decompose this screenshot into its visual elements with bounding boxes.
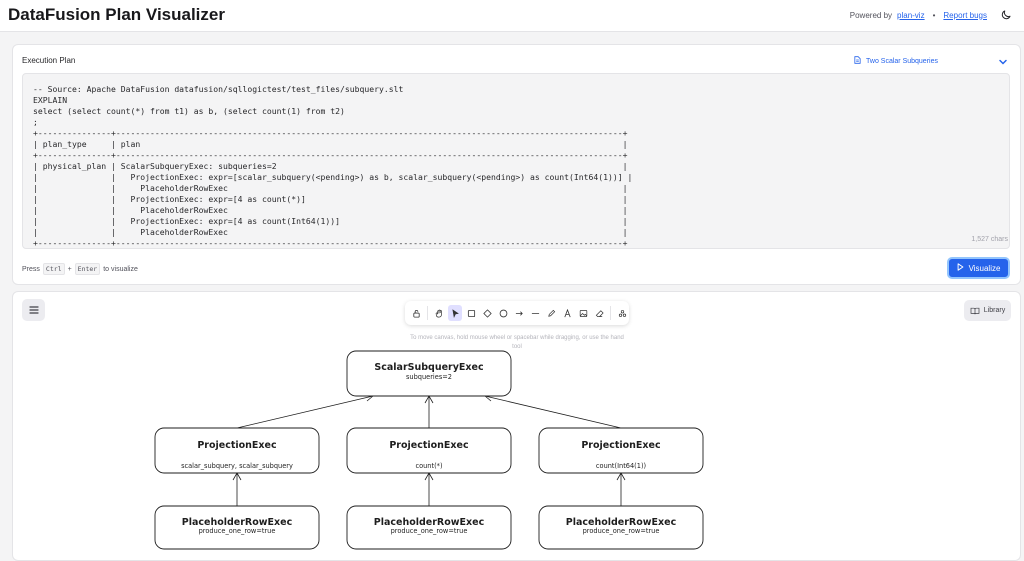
plan-node[interactable]: PlaceholderRowExecproduce_one_row=true [538,505,704,550]
plan-node[interactable]: PlaceholderRowExecproduce_one_row=true [346,505,512,550]
extra-tools-icon[interactable] [615,305,629,321]
diagram-canvas[interactable]: ScalarSubqueryExec subqueries=2 Projection… [12,291,1021,561]
library-label: Library [983,307,1006,314]
char-count: 1,527 chars [971,236,1008,243]
image-icon[interactable] [576,305,590,321]
plan-viz-link[interactable]: plan-viz [897,11,925,20]
preset-selector[interactable]: Two Scalar Subqueries [854,56,938,66]
library-button[interactable]: Library [964,300,1011,321]
line-icon[interactable] [528,305,542,321]
report-bugs-link[interactable]: Report bugs [943,11,987,20]
visualize-label: Visualize [968,263,1001,273]
plan-node[interactable]: ProjectionExec scalar_subquery, scalar_su… [154,427,320,474]
node-detail: count(Int64(1)) [596,462,646,470]
canvas-hint: To move canvas, hold mouse wheel or spac… [410,335,624,350]
preset-label: Two Scalar Subqueries [866,57,938,65]
diamond-icon[interactable] [480,305,494,321]
plan-node[interactable]: ScalarSubqueryExecsubqueries=2 [346,350,512,397]
node-title: ProjectionExec [581,440,660,451]
drawing-toolbar [405,301,629,325]
header-links: Powered by plan-viz • Report bugs [850,9,1012,21]
plan-node[interactable]: PlaceholderRowExecproduce_one_row=true [154,505,320,550]
visualize-button[interactable]: Visualize [947,257,1010,279]
hand-icon[interactable] [432,305,446,321]
top-bar: DataFusion Plan Visualizer Powered by pl… [0,0,1024,32]
text-icon[interactable] [560,305,574,321]
separator-dot: • [932,10,936,20]
arrow-icon[interactable] [512,305,526,321]
node-detail: produce_one_row=true [583,527,660,535]
eraser-icon[interactable] [592,305,606,321]
ellipse-icon[interactable] [496,305,510,321]
execution-plan-panel: Execution Plan Two Scalar Subqueries -- … [12,44,1021,285]
toolbar-divider [427,306,428,320]
ctrl-key: Ctrl [42,263,65,275]
rectangle-icon[interactable] [464,305,478,321]
execution-plan-label: Execution Plan [22,56,76,65]
plan-diagram: ScalarSubqueryExecsubqueries=2 Projection… [154,350,704,550]
collapse-chevron-icon[interactable] [997,55,1009,67]
selection-icon[interactable] [448,305,462,321]
hint-press: Press [22,265,40,273]
plan-text-input[interactable]: -- Source: Apache DataFusion datafusion/… [22,73,1010,249]
node-detail: subqueries=2 [406,373,452,381]
edge-projection3-to-root [484,395,622,429]
enter-key: Enter [74,263,101,275]
document-icon [854,56,861,66]
toolbar-divider [610,306,611,320]
hint-plus: + [67,265,72,273]
node-detail: count(*) [415,462,442,470]
powered-by-text: Powered by [849,10,893,20]
plan-node[interactable]: ProjectionExec count(*) [346,427,512,474]
node-detail: produce_one_row=true [391,527,468,535]
book-icon [970,307,980,314]
hint-suffix: to visualize [103,265,138,273]
shortcut-hint: Press Ctrl + Enter to visualize [22,263,138,275]
node-title: ScalarSubqueryExec [374,362,483,373]
theme-toggle-icon[interactable] [1000,9,1012,21]
lock-icon[interactable] [409,305,423,321]
node-detail: produce_one_row=true [199,527,276,535]
node-title: ProjectionExec [197,440,276,451]
play-icon [957,263,964,273]
pencil-icon[interactable] [544,305,558,321]
hamburger-icon [28,306,39,314]
node-detail: scalar_subquery, scalar_subquery [181,462,293,470]
edge-projection1-to-root [236,395,374,429]
node-title: ProjectionExec [389,440,468,451]
plan-node[interactable]: ProjectionExec count(Int64(1)) [538,427,704,474]
app-title: DataFusion Plan Visualizer [8,5,225,24]
main-menu-button[interactable] [22,299,45,321]
